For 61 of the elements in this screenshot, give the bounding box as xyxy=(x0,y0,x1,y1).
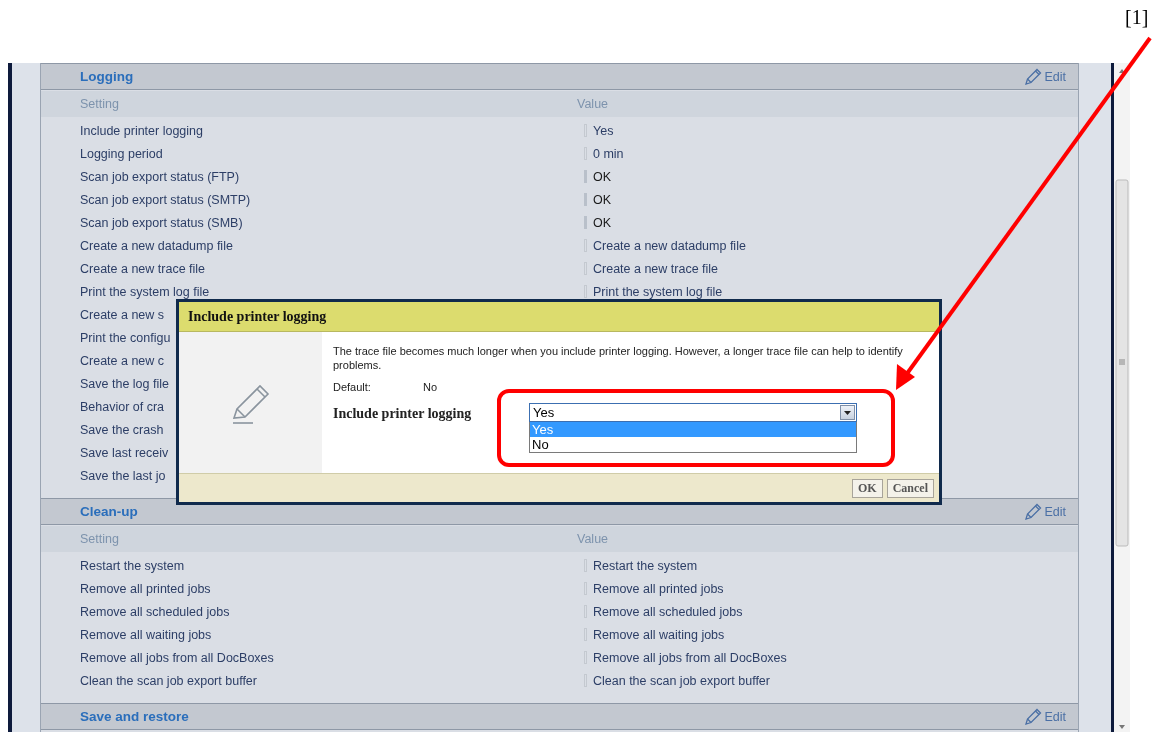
setting-label: Create a new trace file xyxy=(80,261,206,276)
pencil-icon xyxy=(1023,66,1044,87)
ok-button[interactable]: OK xyxy=(852,478,883,498)
status-indicator xyxy=(584,216,587,229)
setting-label: Save the crash xyxy=(80,422,164,437)
setting-value: OK xyxy=(593,192,612,207)
setting-label: Create a new s xyxy=(80,307,165,322)
default-label: Default: xyxy=(333,381,372,393)
setting-label: Save the log file xyxy=(80,376,169,391)
setting-value: Create a new trace file xyxy=(593,261,719,276)
setting-label: Save the last jo xyxy=(80,468,166,483)
callout-number: [1] xyxy=(1125,6,1149,29)
setting-label: Logging period xyxy=(80,146,163,161)
setting-value: Create a new datadump file xyxy=(593,238,746,253)
setting-label: Include printer logging xyxy=(80,123,203,138)
setting-label: Scan job export status (SMB) xyxy=(80,215,243,230)
section-title: Logging xyxy=(80,69,134,84)
setting-label: Save last receiv xyxy=(80,445,169,460)
pencil-icon xyxy=(1023,501,1044,522)
setting-label: Create a new datadump file xyxy=(80,238,233,253)
setting-value: Yes xyxy=(593,123,614,138)
setting-label: Scan job export status (FTP) xyxy=(80,169,240,184)
scrollbar[interactable] xyxy=(1114,63,1130,732)
setting-value: OK xyxy=(593,169,612,184)
status-indicator xyxy=(584,170,587,183)
setting-label: Scan job export status (SMTP) xyxy=(80,192,251,207)
setting-value: Remove all waiting jobs xyxy=(593,627,725,642)
setting-label: Remove all jobs from all DocBoxes xyxy=(80,650,274,665)
section-title: Save and restore xyxy=(80,709,189,724)
column-header: Setting xyxy=(79,532,120,546)
setting-label: Clean the scan job export buffer xyxy=(80,673,257,688)
status-indicator xyxy=(584,193,587,206)
column-header: Value xyxy=(577,532,609,546)
setting-value: OK xyxy=(593,215,612,230)
cancel-button[interactable]: Cancel xyxy=(886,478,934,498)
setting-label: Remove all scheduled jobs xyxy=(80,604,230,619)
dropdown-select[interactable]: Yes xyxy=(529,403,857,422)
setting-label: Restart the system xyxy=(80,558,185,573)
dialog-description: The trace file becomes much longer when you include printer logging. However, a longer trace file can help to identify problems. xyxy=(333,344,904,372)
dropdown-option[interactable]: No xyxy=(530,437,856,452)
default-value: No xyxy=(423,381,438,393)
dialog-title: Include printer logging xyxy=(179,302,939,332)
setting-label: Create a new c xyxy=(80,353,165,368)
setting-value: Remove all jobs from all DocBoxes xyxy=(593,650,787,665)
setting-label: Remove all waiting jobs xyxy=(80,627,212,642)
field-label: Include printer logging xyxy=(333,405,473,422)
setting-label: Print the configu xyxy=(80,330,171,345)
section-title: Clean-up xyxy=(80,504,138,519)
setting-label: Remove all printed jobs xyxy=(80,581,211,596)
setting-value: Remove all scheduled jobs xyxy=(593,604,743,619)
setting-value: Print the system log file xyxy=(593,284,723,299)
setting-value: Restart the system xyxy=(593,558,698,573)
column-header: Value xyxy=(577,97,609,111)
caret-icon xyxy=(844,410,851,415)
column-header: Setting xyxy=(79,97,120,111)
pencil-icon xyxy=(1023,706,1044,727)
setting-value: Clean the scan job export buffer xyxy=(593,673,770,688)
setting-label: Behavior of cra xyxy=(80,399,165,414)
setting-label: Print the system log file xyxy=(80,284,210,299)
setting-value: Remove all printed jobs xyxy=(593,581,724,596)
setting-value: 0 min xyxy=(593,146,624,161)
